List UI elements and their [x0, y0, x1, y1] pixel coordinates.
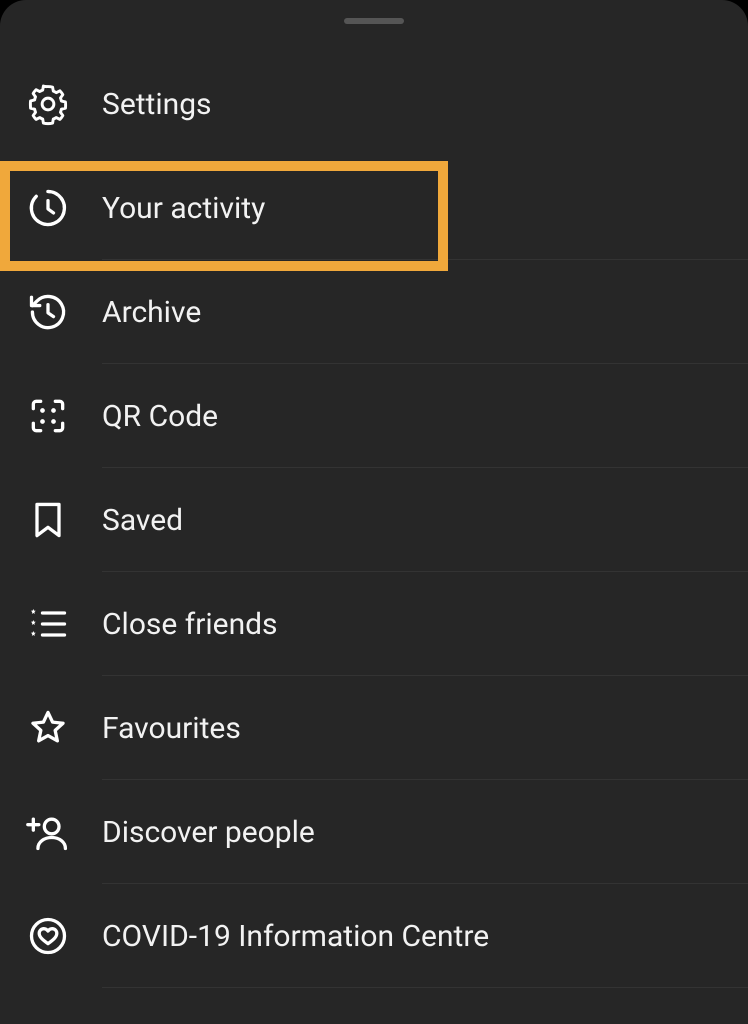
bookmark-icon	[24, 496, 72, 544]
menu-item-discover-people[interactable]: Discover people	[0, 780, 748, 884]
activity-clock-icon	[24, 184, 72, 232]
menu-item-label: COVID-19 Information Centre	[102, 919, 489, 954]
menu-item-label: Close friends	[102, 607, 278, 642]
heart-circle-icon	[24, 912, 72, 960]
menu-item-archive[interactable]: Archive	[0, 260, 748, 364]
menu-item-settings[interactable]: Settings	[0, 52, 748, 156]
menu-item-label: QR Code	[102, 399, 218, 434]
history-icon	[24, 288, 72, 336]
bottom-sheet: Settings Your activity	[0, 0, 748, 1024]
menu-item-your-activity[interactable]: Your activity	[0, 156, 748, 260]
menu-item-close-friends[interactable]: Close friends	[0, 572, 748, 676]
gear-icon	[24, 80, 72, 128]
menu-item-label: Settings	[102, 87, 212, 122]
menu-item-label: Your activity	[102, 191, 265, 226]
menu-item-covid-info[interactable]: COVID-19 Information Centre	[0, 884, 748, 988]
menu-item-favourites[interactable]: Favourites	[0, 676, 748, 780]
menu-item-saved[interactable]: Saved	[0, 468, 748, 572]
menu-item-qr-code[interactable]: QR Code	[0, 364, 748, 468]
menu-list: Settings Your activity	[0, 52, 748, 988]
star-icon	[24, 704, 72, 752]
sheet-drag-handle[interactable]	[344, 18, 404, 24]
menu-item-label: Discover people	[102, 815, 315, 850]
menu-item-label: Archive	[102, 295, 201, 330]
menu-item-label: Saved	[102, 503, 183, 538]
discover-people-icon	[24, 808, 72, 856]
qr-code-icon	[24, 392, 72, 440]
menu-item-label: Favourites	[102, 711, 241, 746]
close-friends-icon	[24, 600, 72, 648]
